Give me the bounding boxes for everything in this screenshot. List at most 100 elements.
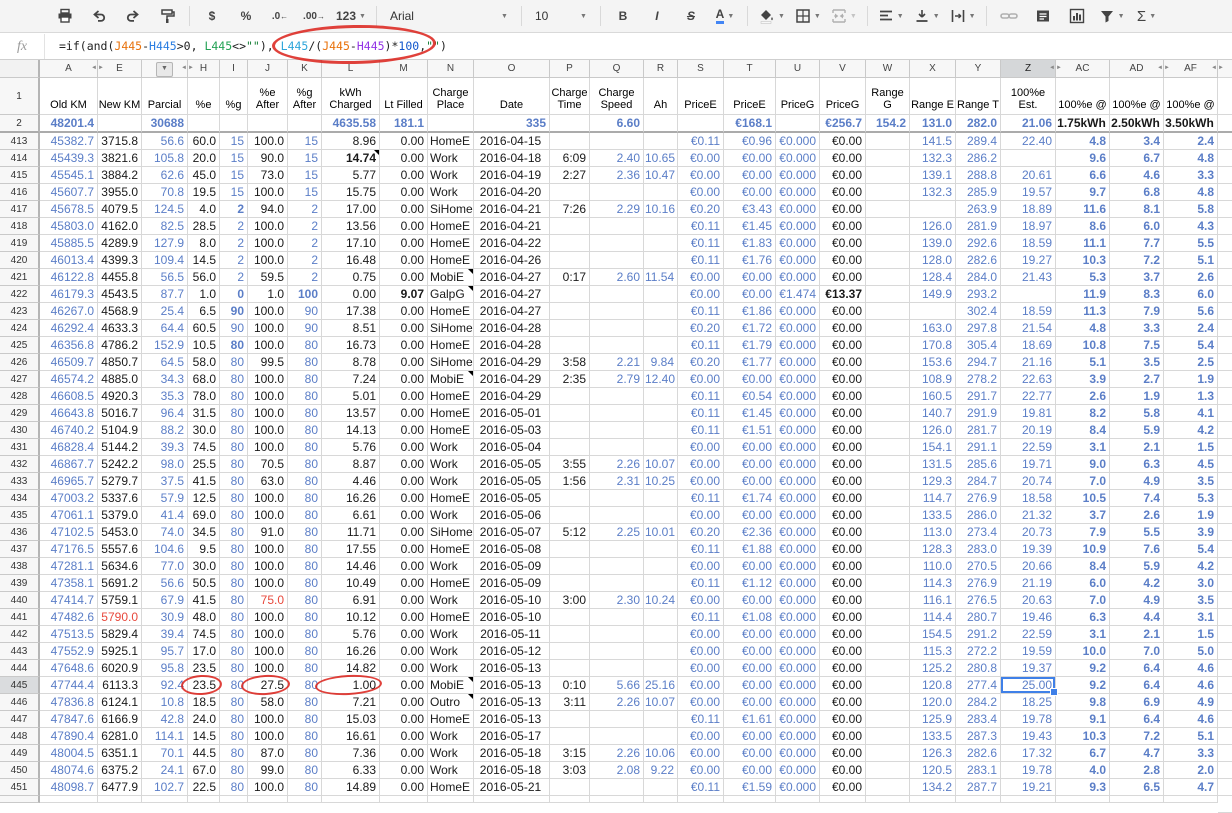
cell[interactable]: €0.00: [820, 779, 866, 796]
cell[interactable]: 11.71: [322, 524, 380, 541]
cell[interactable]: [644, 218, 678, 235]
cell[interactable]: 100.0: [248, 575, 288, 592]
hidden-columns-icon[interactable]: ◄: [1049, 60, 1055, 77]
cell[interactable]: 82.5: [142, 218, 188, 235]
cell[interactable]: HomeE: [428, 609, 474, 626]
cell[interactable]: [550, 320, 590, 337]
cell[interactable]: Work: [428, 762, 474, 779]
cell[interactable]: [644, 286, 678, 303]
cell[interactable]: [866, 609, 910, 626]
cell[interactable]: €0.00: [820, 745, 866, 762]
cell[interactable]: €0.00: [820, 150, 866, 167]
cell[interactable]: [866, 694, 910, 711]
cell[interactable]: 4633.3: [98, 320, 142, 337]
cell[interactable]: 7.24: [322, 371, 380, 388]
cell[interactable]: [866, 558, 910, 575]
cell[interactable]: €0.000: [776, 575, 820, 592]
cell[interactable]: 100.0: [248, 643, 288, 660]
cell[interactable]: HomeE: [428, 422, 474, 439]
cell[interactable]: 1.9: [1110, 388, 1164, 405]
row-header-420[interactable]: 420: [0, 252, 40, 269]
cell[interactable]: [866, 150, 910, 167]
cell[interactable]: 8.2: [1056, 405, 1110, 422]
cell[interactable]: €0.000: [776, 235, 820, 252]
cell[interactable]: 77.0: [142, 558, 188, 575]
cell[interactable]: 131.0: [910, 115, 956, 133]
cell[interactable]: 100.0: [248, 541, 288, 558]
column-header-M[interactable]: M: [380, 60, 428, 78]
cell[interactable]: [866, 201, 910, 218]
cell[interactable]: 4.0: [188, 201, 220, 218]
cell[interactable]: €0.00: [820, 728, 866, 745]
cell[interactable]: 0.00: [380, 609, 428, 626]
cell[interactable]: 5242.2: [98, 456, 142, 473]
cell[interactable]: [550, 133, 590, 150]
cell[interactable]: 80: [288, 745, 322, 762]
cell[interactable]: 80: [220, 456, 248, 473]
cell[interactable]: 16.26: [322, 643, 380, 660]
cell[interactable]: €0.00: [724, 643, 776, 660]
cell[interactable]: 47552.9: [40, 643, 98, 660]
cell[interactable]: 0.00: [380, 575, 428, 592]
cell[interactable]: 5.01: [322, 388, 380, 405]
cell[interactable]: 19.78: [1001, 711, 1056, 728]
cell[interactable]: €0.000: [776, 609, 820, 626]
cell[interactable]: €0.00: [678, 626, 724, 643]
cell[interactable]: 0.00: [380, 371, 428, 388]
cell[interactable]: €0.00: [678, 762, 724, 779]
cell[interactable]: 4.1: [1164, 405, 1218, 422]
row-header-414[interactable]: 414: [0, 150, 40, 167]
cell[interactable]: HomeE: [428, 490, 474, 507]
cell[interactable]: 45885.5: [40, 235, 98, 252]
cell[interactable]: 4289.9: [98, 235, 142, 252]
cell[interactable]: 0.00: [380, 728, 428, 745]
cell[interactable]: €0.00: [678, 507, 724, 524]
cell[interactable]: 2.36: [590, 167, 644, 184]
cell[interactable]: 1.9: [1164, 507, 1218, 524]
column-header-AD[interactable]: AD◄: [1110, 60, 1164, 78]
paint-format-button[interactable]: [152, 4, 182, 28]
cell[interactable]: 92.4: [142, 677, 188, 694]
row-header-430[interactable]: 430: [0, 422, 40, 439]
cell[interactable]: 4.9: [1110, 473, 1164, 490]
cell[interactable]: 282.6: [956, 252, 1001, 269]
cell[interactable]: SiHome: [428, 320, 474, 337]
cell[interactable]: 114.4: [910, 609, 956, 626]
cell[interactable]: 4543.5: [98, 286, 142, 303]
cell[interactable]: 9.2: [1056, 660, 1110, 677]
cell[interactable]: 14.89: [322, 779, 380, 796]
cell[interactable]: 7.2: [1110, 728, 1164, 745]
cell[interactable]: €0.00: [820, 184, 866, 201]
cell[interactable]: 15: [220, 133, 248, 150]
cell[interactable]: €0.000: [776, 320, 820, 337]
cell[interactable]: 100.0: [248, 388, 288, 405]
cell[interactable]: 4.6: [1164, 711, 1218, 728]
cell[interactable]: [644, 728, 678, 745]
cell[interactable]: 1:56: [550, 473, 590, 490]
cell[interactable]: €0.00: [678, 728, 724, 745]
cell[interactable]: 294.7: [956, 354, 1001, 371]
cell[interactable]: 0.00: [380, 643, 428, 660]
cell[interactable]: €0.00: [820, 388, 866, 405]
cell[interactable]: 114.7: [910, 490, 956, 507]
row-header-447[interactable]: 447: [0, 711, 40, 728]
cell[interactable]: 10.16: [644, 201, 678, 218]
cell[interactable]: 0: [220, 286, 248, 303]
row-header-421[interactable]: 421: [0, 269, 40, 286]
cell[interactable]: 100.0: [248, 711, 288, 728]
cell[interactable]: 6020.9: [98, 660, 142, 677]
cell[interactable]: 18.97: [1001, 218, 1056, 235]
cell[interactable]: 11.3: [1056, 303, 1110, 320]
cell[interactable]: 10.47: [644, 167, 678, 184]
cell[interactable]: 8.4: [1056, 558, 1110, 575]
cell[interactable]: [866, 643, 910, 660]
cell[interactable]: 18.59: [1001, 303, 1056, 320]
cell[interactable]: 90: [220, 320, 248, 337]
cell[interactable]: [866, 541, 910, 558]
cell[interactable]: [550, 575, 590, 592]
cell[interactable]: 10.65: [644, 150, 678, 167]
cell[interactable]: €0.11: [678, 779, 724, 796]
cell[interactable]: €0.00: [678, 286, 724, 303]
cell[interactable]: 98.0: [142, 456, 188, 473]
cell[interactable]: 129.3: [910, 473, 956, 490]
